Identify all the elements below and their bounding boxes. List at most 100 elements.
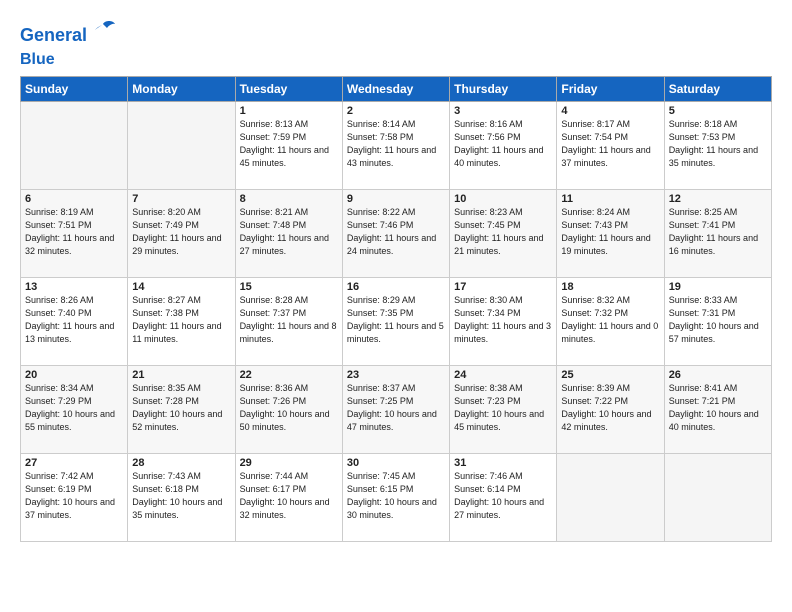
day-number: 27 <box>25 457 123 469</box>
calendar-cell: 22Sunrise: 8:36 AM Sunset: 7:26 PM Dayli… <box>235 366 342 454</box>
calendar-cell: 27Sunrise: 7:42 AM Sunset: 6:19 PM Dayli… <box>21 454 128 542</box>
day-detail: Sunrise: 7:44 AM Sunset: 6:17 PM Dayligh… <box>240 470 338 522</box>
calendar-cell: 26Sunrise: 8:41 AM Sunset: 7:21 PM Dayli… <box>664 366 771 454</box>
day-detail: Sunrise: 8:36 AM Sunset: 7:26 PM Dayligh… <box>240 382 338 434</box>
day-number: 19 <box>669 281 767 293</box>
day-number: 14 <box>132 281 230 293</box>
day-detail: Sunrise: 8:13 AM Sunset: 7:59 PM Dayligh… <box>240 118 338 170</box>
day-detail: Sunrise: 8:41 AM Sunset: 7:21 PM Dayligh… <box>669 382 767 434</box>
day-number: 4 <box>561 105 659 117</box>
calendar-week-4: 20Sunrise: 8:34 AM Sunset: 7:29 PM Dayli… <box>21 366 772 454</box>
logo: General Blue <box>20 18 117 68</box>
calendar-cell: 23Sunrise: 8:37 AM Sunset: 7:25 PM Dayli… <box>342 366 449 454</box>
calendar-cell: 31Sunrise: 7:46 AM Sunset: 6:14 PM Dayli… <box>450 454 557 542</box>
calendar-cell: 4Sunrise: 8:17 AM Sunset: 7:54 PM Daylig… <box>557 102 664 190</box>
calendar-cell: 28Sunrise: 7:43 AM Sunset: 6:18 PM Dayli… <box>128 454 235 542</box>
calendar-header-monday: Monday <box>128 77 235 102</box>
day-number: 28 <box>132 457 230 469</box>
calendar-cell: 29Sunrise: 7:44 AM Sunset: 6:17 PM Dayli… <box>235 454 342 542</box>
calendar-cell: 5Sunrise: 8:18 AM Sunset: 7:53 PM Daylig… <box>664 102 771 190</box>
day-detail: Sunrise: 8:37 AM Sunset: 7:25 PM Dayligh… <box>347 382 445 434</box>
calendar-cell <box>21 102 128 190</box>
calendar-cell: 2Sunrise: 8:14 AM Sunset: 7:58 PM Daylig… <box>342 102 449 190</box>
day-detail: Sunrise: 8:20 AM Sunset: 7:49 PM Dayligh… <box>132 206 230 258</box>
day-number: 5 <box>669 105 767 117</box>
day-number: 1 <box>240 105 338 117</box>
calendar-table: SundayMondayTuesdayWednesdayThursdayFrid… <box>20 76 772 542</box>
day-number: 2 <box>347 105 445 117</box>
day-detail: Sunrise: 8:33 AM Sunset: 7:31 PM Dayligh… <box>669 294 767 346</box>
day-detail: Sunrise: 8:39 AM Sunset: 7:22 PM Dayligh… <box>561 382 659 434</box>
day-detail: Sunrise: 8:28 AM Sunset: 7:37 PM Dayligh… <box>240 294 338 346</box>
day-detail: Sunrise: 8:22 AM Sunset: 7:46 PM Dayligh… <box>347 206 445 258</box>
day-detail: Sunrise: 7:42 AM Sunset: 6:19 PM Dayligh… <box>25 470 123 522</box>
day-number: 17 <box>454 281 552 293</box>
calendar-header-thursday: Thursday <box>450 77 557 102</box>
day-number: 7 <box>132 193 230 205</box>
day-detail: Sunrise: 8:17 AM Sunset: 7:54 PM Dayligh… <box>561 118 659 170</box>
calendar-cell: 14Sunrise: 8:27 AM Sunset: 7:38 PM Dayli… <box>128 278 235 366</box>
calendar-header-row: SundayMondayTuesdayWednesdayThursdayFrid… <box>21 77 772 102</box>
calendar-cell: 19Sunrise: 8:33 AM Sunset: 7:31 PM Dayli… <box>664 278 771 366</box>
header: General Blue <box>20 18 772 68</box>
day-detail: Sunrise: 8:24 AM Sunset: 7:43 PM Dayligh… <box>561 206 659 258</box>
calendar-week-5: 27Sunrise: 7:42 AM Sunset: 6:19 PM Dayli… <box>21 454 772 542</box>
logo-bird-icon <box>89 18 117 52</box>
day-number: 31 <box>454 457 552 469</box>
day-number: 3 <box>454 105 552 117</box>
day-detail: Sunrise: 8:35 AM Sunset: 7:28 PM Dayligh… <box>132 382 230 434</box>
calendar-week-3: 13Sunrise: 8:26 AM Sunset: 7:40 PM Dayli… <box>21 278 772 366</box>
calendar-header-tuesday: Tuesday <box>235 77 342 102</box>
logo-text-general: General <box>20 26 87 44</box>
calendar-cell: 3Sunrise: 8:16 AM Sunset: 7:56 PM Daylig… <box>450 102 557 190</box>
day-number: 8 <box>240 193 338 205</box>
day-number: 18 <box>561 281 659 293</box>
calendar-cell: 15Sunrise: 8:28 AM Sunset: 7:37 PM Dayli… <box>235 278 342 366</box>
day-detail: Sunrise: 8:18 AM Sunset: 7:53 PM Dayligh… <box>669 118 767 170</box>
day-number: 22 <box>240 369 338 381</box>
day-number: 9 <box>347 193 445 205</box>
calendar-header-friday: Friday <box>557 77 664 102</box>
calendar-header-sunday: Sunday <box>21 77 128 102</box>
day-detail: Sunrise: 8:30 AM Sunset: 7:34 PM Dayligh… <box>454 294 552 346</box>
calendar-cell: 11Sunrise: 8:24 AM Sunset: 7:43 PM Dayli… <box>557 190 664 278</box>
day-number: 6 <box>25 193 123 205</box>
day-number: 29 <box>240 457 338 469</box>
calendar-cell: 12Sunrise: 8:25 AM Sunset: 7:41 PM Dayli… <box>664 190 771 278</box>
day-number: 10 <box>454 193 552 205</box>
calendar-cell: 10Sunrise: 8:23 AM Sunset: 7:45 PM Dayli… <box>450 190 557 278</box>
day-number: 13 <box>25 281 123 293</box>
day-detail: Sunrise: 8:19 AM Sunset: 7:51 PM Dayligh… <box>25 206 123 258</box>
calendar-cell: 13Sunrise: 8:26 AM Sunset: 7:40 PM Dayli… <box>21 278 128 366</box>
day-detail: Sunrise: 7:43 AM Sunset: 6:18 PM Dayligh… <box>132 470 230 522</box>
calendar-header-wednesday: Wednesday <box>342 77 449 102</box>
day-number: 12 <box>669 193 767 205</box>
calendar-cell: 8Sunrise: 8:21 AM Sunset: 7:48 PM Daylig… <box>235 190 342 278</box>
day-number: 16 <box>347 281 445 293</box>
day-detail: Sunrise: 7:45 AM Sunset: 6:15 PM Dayligh… <box>347 470 445 522</box>
day-detail: Sunrise: 8:23 AM Sunset: 7:45 PM Dayligh… <box>454 206 552 258</box>
day-number: 23 <box>347 369 445 381</box>
calendar-header-saturday: Saturday <box>664 77 771 102</box>
day-detail: Sunrise: 8:25 AM Sunset: 7:41 PM Dayligh… <box>669 206 767 258</box>
day-number: 21 <box>132 369 230 381</box>
day-detail: Sunrise: 8:34 AM Sunset: 7:29 PM Dayligh… <box>25 382 123 434</box>
calendar-cell: 1Sunrise: 8:13 AM Sunset: 7:59 PM Daylig… <box>235 102 342 190</box>
day-number: 20 <box>25 369 123 381</box>
day-number: 30 <box>347 457 445 469</box>
day-detail: Sunrise: 7:46 AM Sunset: 6:14 PM Dayligh… <box>454 470 552 522</box>
day-number: 26 <box>669 369 767 381</box>
calendar-cell: 7Sunrise: 8:20 AM Sunset: 7:49 PM Daylig… <box>128 190 235 278</box>
day-detail: Sunrise: 8:14 AM Sunset: 7:58 PM Dayligh… <box>347 118 445 170</box>
calendar-cell: 25Sunrise: 8:39 AM Sunset: 7:22 PM Dayli… <box>557 366 664 454</box>
calendar-cell: 9Sunrise: 8:22 AM Sunset: 7:46 PM Daylig… <box>342 190 449 278</box>
calendar-cell: 6Sunrise: 8:19 AM Sunset: 7:51 PM Daylig… <box>21 190 128 278</box>
day-detail: Sunrise: 8:27 AM Sunset: 7:38 PM Dayligh… <box>132 294 230 346</box>
calendar-cell: 21Sunrise: 8:35 AM Sunset: 7:28 PM Dayli… <box>128 366 235 454</box>
calendar-cell <box>664 454 771 542</box>
calendar-week-1: 1Sunrise: 8:13 AM Sunset: 7:59 PM Daylig… <box>21 102 772 190</box>
page: General Blue SundayMondayTuesdayWednesda… <box>0 0 792 552</box>
calendar-cell: 16Sunrise: 8:29 AM Sunset: 7:35 PM Dayli… <box>342 278 449 366</box>
day-detail: Sunrise: 8:21 AM Sunset: 7:48 PM Dayligh… <box>240 206 338 258</box>
calendar-cell: 17Sunrise: 8:30 AM Sunset: 7:34 PM Dayli… <box>450 278 557 366</box>
